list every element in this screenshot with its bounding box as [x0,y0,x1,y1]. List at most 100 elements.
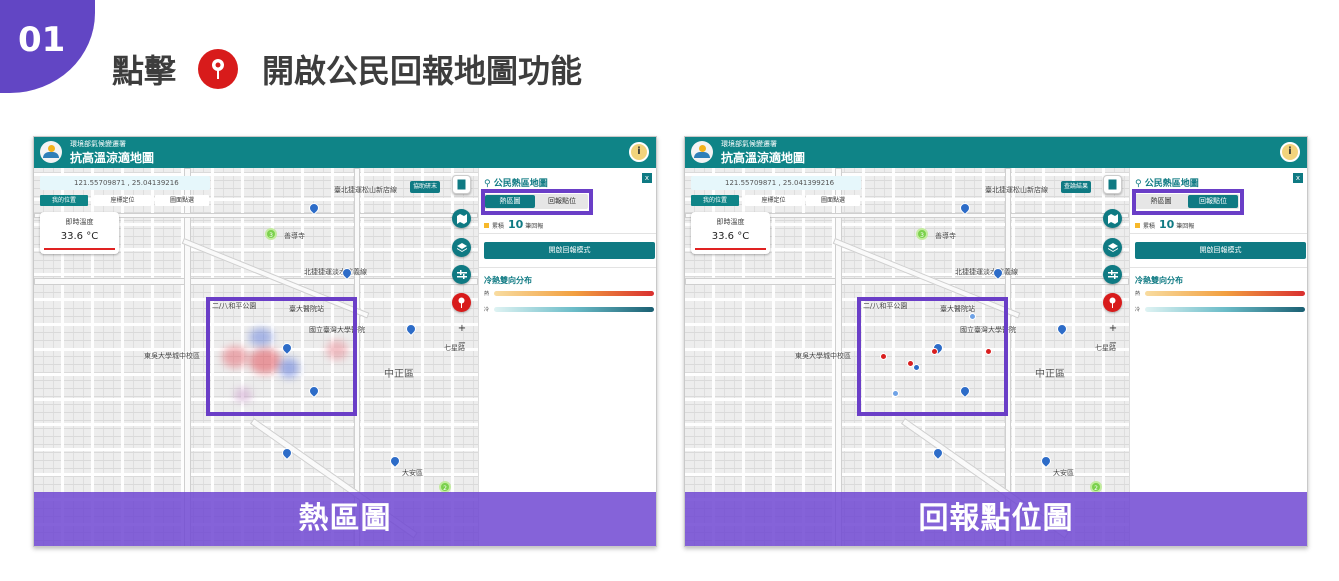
zoom-in-button[interactable]: + [456,323,468,335]
map-label: 中正區 [384,369,414,380]
count-suffix: 筆回報 [1176,223,1195,230]
legend-cold-bar [1145,307,1305,312]
screenshot-report-points: 環境部氣候變遷署 抗高溫涼適地圖 i 臺北捷運松山新店線 中正區 七星路 大安區… [684,136,1308,547]
side-panel: ⚲ 公民熱區地圖 x 熱區圖 回報點位 累積 10 筆回報 開啟回報模式 冷熱雙向… [1129,168,1307,546]
map-road [685,278,1129,285]
distribution-title: 冷熱雙向分布 [484,276,532,285]
tab-my-location[interactable]: 我的位置 [691,195,739,206]
document-icon[interactable] [452,175,471,194]
tab-map-select[interactable]: 圖面點選 [806,195,860,206]
headline: 點擊 開啟公民回報地圖功能 [112,46,582,92]
report-mode-button[interactable]: 開啟回報模式 [1135,242,1306,259]
app-header: 環境部氣候變遷署 抗高溫涼適地圖 i [34,137,656,168]
map-layer-icon[interactable] [452,209,471,228]
tab-coordinate[interactable]: 座標定位 [94,195,151,206]
sidebar-title-text: 公民熱區地圖 [1144,179,1199,189]
count-marker [484,223,489,228]
app-header: 環境部氣候變遷署 抗高溫涼適地圖 i [685,137,1307,168]
map-label: 臺北捷運松山新店線 [334,186,397,194]
map-label: 臺北捷運松山新店線 [985,186,1048,194]
document-icon[interactable] [1103,175,1122,194]
map-cluster-icon[interactable]: 3 [265,228,277,240]
tab-my-location[interactable]: 我的位置 [40,195,88,206]
divider [479,267,656,268]
legend-cold-label: 冷 [484,307,490,313]
legend-hot: 熱 [484,290,656,298]
legend-cold-label: 冷 [1135,307,1141,313]
screenshot-heatmap: 環境部氣候變遷署 抗高溫涼適地圖 i 臺北捷運松山新店線 中正區 七星路 大安區… [33,136,657,547]
legend-hot: 熱 [1135,290,1307,298]
location-pin-icon [198,49,239,89]
sidebar-title: ⚲ 公民熱區地圖 [484,179,548,189]
map-label: 東吳大學城中校區 [795,352,851,360]
temperature-box: 即時溫度 33.6 °C [691,212,770,254]
close-button[interactable]: x [1293,173,1303,183]
step-badge: 01 [0,0,95,93]
headline-prefix: 點擊 [112,52,177,90]
map-view[interactable]: 臺北捷運松山新店線 中正區 七星路 大安區 二/八和平公園 國立臺灣大學醫院 臺… [685,168,1129,546]
distribution-title: 冷熱雙向分布 [1135,276,1183,285]
count-suffix: 筆回報 [525,223,544,230]
sidebar-title-text: 公民熱區地圖 [493,179,548,189]
sidebar-title: ⚲ 公民熱區地圖 [1135,179,1199,189]
report-count: 累積 10 筆回報 [1135,218,1194,231]
app-title: 抗高溫涼適地圖 [70,151,155,165]
highlight-box [481,189,593,215]
map-cluster-icon[interactable]: 3 [916,228,928,240]
caption-banner: 回報點位圖 [685,492,1307,546]
map-label: 大安區 [402,469,423,477]
location-pin-icon[interactable] [452,293,471,312]
highlight-box [1132,189,1244,215]
step-number: 01 [18,20,66,60]
zoom-out-button[interactable]: − [1107,338,1119,350]
headline-suffix: 開啟公民回報地圖功能 [262,52,583,90]
map-label: 中正區 [1035,369,1065,380]
map-label: 北捷捷運淡水信義線 [955,268,1018,276]
temperature-value: 33.6 °C [60,231,99,242]
feedback-button[interactable]: 協助研末 [410,181,441,193]
temperature-label: 即時溫度 [65,218,94,226]
feedback-button[interactable]: 查論結果 [1061,181,1092,193]
count-value: 10 [507,218,524,231]
legend-hot-bar [1145,291,1305,296]
agency-name: 環境部氣候變遷署 [721,140,777,148]
agency-name: 環境部氣候變遷署 [70,140,126,148]
zoom-in-button[interactable]: + [1107,323,1119,335]
tab-coordinate[interactable]: 座標定位 [745,195,802,206]
tab-map-select[interactable]: 圖面點選 [155,195,209,206]
map-label: 大安區 [1053,469,1074,477]
location-pin-icon[interactable] [1103,293,1122,312]
map-label: 善導寺 [284,232,305,240]
map-view[interactable]: 臺北捷運松山新店線 中正區 七星路 大安區 二/八和平公園 國立臺灣大學醫院 臺… [34,168,478,546]
map-label: 東吳大學城中校區 [144,352,200,360]
side-panel: ⚲ 公民熱區地圖 x 熱區圖 回報點位 累積 10 筆回報 開啟回報模式 冷熱雙向… [478,168,656,546]
coordinate-display: 121.55709871 , 25.04139216 [40,176,210,190]
count-prefix: 累積 [1143,223,1156,230]
temperature-value: 33.6 °C [711,231,750,242]
divider [1130,233,1307,234]
highlight-box [206,297,357,416]
layers-icon[interactable] [452,238,471,257]
report-count: 累積 10 筆回報 [484,218,543,231]
count-prefix: 累積 [492,223,505,230]
legend-hot-bar [494,291,654,296]
filter-icon[interactable] [452,265,471,284]
report-mode-button[interactable]: 開啟回報模式 [484,242,655,259]
filter-icon[interactable] [1103,265,1122,284]
divider [1130,267,1307,268]
map-label: 善導寺 [935,232,956,240]
zoom-out-button[interactable]: − [456,338,468,350]
info-icon[interactable]: i [1280,142,1300,162]
temperature-label: 即時溫度 [716,218,745,226]
info-icon[interactable]: i [629,142,649,162]
layers-icon[interactable] [1103,238,1122,257]
tutorial-page: 01 點擊 開啟公民回報地圖功能 環境部氣候變遷署 抗高溫涼適地圖 i 臺北捷運… [0,0,1339,581]
close-button[interactable]: x [642,173,652,183]
map-layer-icon[interactable] [1103,209,1122,228]
divider [479,233,656,234]
app-title: 抗高溫涼適地圖 [721,151,806,165]
caption-banner: 熱區圖 [34,492,656,546]
agency-logo-icon [40,141,62,163]
agency-logo-icon [691,141,713,163]
temperature-underline [44,248,115,250]
